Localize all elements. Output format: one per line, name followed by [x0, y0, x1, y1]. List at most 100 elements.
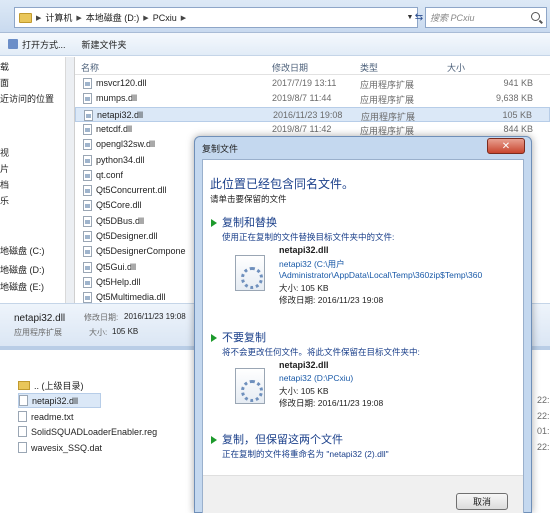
file-size: 941 KB: [503, 78, 533, 88]
skip-file-name: netapi32.dll: [279, 360, 329, 370]
file-icon: [83, 246, 92, 258]
nav-item-drive-c[interactable]: 地磁盘 (C:): [0, 242, 45, 258]
file-icon: [83, 123, 92, 135]
nav-label: 地磁盘 (E:): [0, 281, 44, 292]
nav-label: 地磁盘 (C:): [0, 245, 45, 256]
file-row[interactable]: netapi32.dll 2016/11/23 19:08 应用程序扩展 105 KB: [75, 106, 550, 122]
nav-item-pictures[interactable]: 片: [0, 160, 9, 176]
dialog-title: 复制文件: [202, 144, 239, 154]
list-item-readme[interactable]: readme.txt: [18, 409, 74, 424]
file-icon: [84, 109, 93, 121]
chevron-right-icon[interactable]: ▶: [36, 14, 41, 22]
column-type[interactable]: 类型: [360, 61, 378, 74]
file-name: mumps.dll: [96, 93, 138, 104]
option-skip-desc: 将不会更改任何文件。将此文件保留在目标文件夹中:: [222, 347, 420, 357]
dialog-titlebar[interactable]: 复制文件 ✕: [195, 137, 531, 159]
nav-item-downloads[interactable]: 载: [0, 58, 9, 74]
search-input[interactable]: 搜索 PCxiu: [425, 7, 547, 28]
chevron-right-icon[interactable]: ▶: [143, 14, 148, 22]
details-size-value: 105 KB: [112, 327, 139, 336]
nav-item-desktop[interactable]: 面: [0, 74, 9, 90]
cancel-button[interactable]: 取消: [456, 493, 508, 510]
file-date: 2017/7/19 13:11: [272, 78, 337, 88]
file-icon: [18, 426, 27, 437]
arrow-right-icon: [211, 334, 217, 342]
chevron-right-icon[interactable]: ▶: [181, 14, 186, 22]
search-placeholder: 搜索 PCxiu: [430, 13, 475, 23]
file-type: 应用程序扩展: [360, 95, 415, 106]
nav-item-drive-d[interactable]: 地磁盘 (D:): [0, 261, 45, 277]
copy-file-dialog: 复制文件 ✕ 此位置已经包含同名文件。 请单击要保留的文件 复制和替换 使用正在…: [194, 136, 532, 513]
breadcrumb-pcxiu[interactable]: PCxiu: [153, 13, 177, 23]
open-with-label: 打开方式...: [22, 39, 66, 50]
list-item-label: netapi32.dll: [32, 395, 79, 406]
file-list-header: 名称 修改日期 类型 大小: [75, 57, 550, 75]
nav-item-music[interactable]: 乐: [0, 192, 9, 208]
file-type: 应用程序扩展: [361, 111, 416, 122]
details-file-name: netapi32.dll: [14, 313, 66, 324]
column-size[interactable]: 大小: [447, 61, 465, 74]
column-name[interactable]: 名称: [81, 61, 99, 74]
option-replace-title: 复制和替换: [222, 217, 277, 229]
replace-file-name: netapi32.dll: [279, 245, 329, 255]
close-button[interactable]: ✕: [487, 138, 525, 154]
open-with-button[interactable]: 打开方式...: [0, 34, 74, 54]
dll-file-icon: [235, 255, 265, 291]
file-name: Qt5Gui.dll: [96, 261, 137, 272]
address-box[interactable]: ▶ 计算机 ▶ 本地磁盘 (D:) ▶ PCxiu ▶ ▼: [14, 7, 418, 28]
list-item-time: 22:: [537, 442, 550, 452]
file-name: opengl32sw.dll: [96, 139, 156, 150]
replace-file-path: netapi32 (C:\用户: [279, 259, 345, 269]
details-size-label: 大小:: [89, 328, 108, 337]
nav-item-documents[interactable]: 档: [0, 176, 9, 192]
application-icon: [8, 39, 18, 49]
replace-file-modified: 修改日期: 2016/11/23 19:08: [279, 295, 384, 305]
list-item-reg[interactable]: SolidSQUADLoaderEnabler.reg: [18, 424, 157, 439]
file-icon: [83, 231, 92, 242]
list-item-label: readme.txt: [31, 411, 74, 422]
file-icon: [83, 215, 92, 227]
details-modified-value: 2016/11/23 19:08: [124, 312, 186, 321]
nav-item-recent[interactable]: 近访问的位置: [0, 90, 54, 106]
skip-file-size: 大小: 105 KB: [279, 386, 329, 396]
dll-file-icon: [235, 368, 265, 404]
file-icon: [83, 200, 92, 212]
file-row[interactable]: msvcr120.dll 2017/7/19 13:11 应用程序扩展 941 KB: [75, 76, 550, 91]
nav-item-drive-e[interactable]: 地磁盘 (E:): [0, 278, 44, 294]
file-icon: [18, 411, 27, 422]
new-folder-button[interactable]: 新建文件夹: [74, 34, 135, 54]
list-item-time: 22:: [537, 395, 550, 405]
file-date: 2019/8/7 11:44: [272, 93, 332, 104]
arrow-right-icon: [211, 219, 217, 227]
file-date: 2019/8/7 11:42: [272, 123, 332, 134]
search-icon[interactable]: [531, 12, 540, 21]
breadcrumb-drive-d[interactable]: 本地磁盘 (D:): [86, 11, 140, 24]
file-icon: [19, 395, 28, 406]
replace-file-path-cont: \Administrator\AppData\Local\Temp\360zip…: [279, 270, 483, 280]
file-icon: [83, 93, 92, 105]
nav-scrollbar[interactable]: [66, 57, 75, 303]
breadcrumb-computer[interactable]: 计算机: [45, 11, 72, 24]
file-name: netapi32.dll: [97, 109, 144, 120]
file-icon: [83, 78, 92, 89]
list-item-parent[interactable]: .. (上级目录): [18, 378, 84, 393]
file-icon: [83, 154, 92, 166]
file-name: msvcr120.dll: [96, 78, 147, 88]
column-date[interactable]: 修改日期: [272, 61, 308, 74]
details-modified-label: 修改日期:: [84, 313, 119, 322]
folder-icon: [18, 381, 30, 390]
dialog-heading: 此位置已经包含同名文件。: [210, 177, 355, 191]
file-icon: [83, 261, 92, 273]
list-item-dat[interactable]: wavesix_SSQ.dat: [18, 440, 102, 455]
file-row[interactable]: netcdf.dll 2019/8/7 11:42 应用程序扩展 844 KB: [75, 122, 550, 137]
navigation-pane: 载 面 近访问的位置 视 片 档 乐 地磁盘 (C:) 地磁盘 (D:) 地磁盘…: [0, 57, 66, 303]
list-item-netapi32[interactable]: netapi32.dll: [18, 393, 102, 408]
nav-item-videos[interactable]: 视: [0, 144, 9, 160]
file-row[interactable]: mumps.dll 2019/8/7 11:44 应用程序扩展 9,638 KB: [75, 91, 550, 106]
refresh-icon[interactable]: ⇆: [412, 8, 426, 26]
close-icon: ✕: [501, 140, 511, 152]
file-name: Qt5Core.dll: [96, 200, 142, 211]
file-icon: [83, 169, 92, 181]
chevron-right-icon[interactable]: ▶: [76, 14, 81, 22]
list-item-time: 01:: [537, 426, 550, 436]
